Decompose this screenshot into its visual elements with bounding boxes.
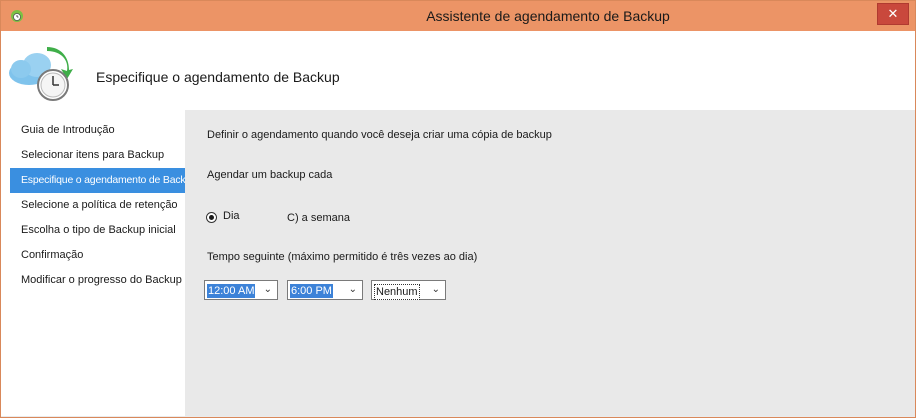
time-select-3-value: Nenhum: [374, 284, 420, 300]
nav-step-schedule[interactable]: Especifique o agendamento de Backup: [10, 168, 197, 193]
header-title: Especifique o agendamento de Backup: [96, 69, 340, 85]
nav-step-label: Confirmação: [21, 249, 84, 261]
wizard-window: Assistente de agendamento de Backup ✕ Es…: [0, 0, 916, 418]
nav-step-retention[interactable]: Selecione a política de retenção: [10, 193, 185, 218]
chevron-down-icon: ⌄: [263, 284, 272, 295]
time-select-1[interactable]: 12:00 AM ⌄: [204, 280, 278, 300]
nav-step-label: Modificar o progresso do Backup: [21, 274, 182, 286]
nav-step-label: Escolha o tipo de Backup inicial: [21, 224, 176, 236]
nav-step-label: Guia de Introdução: [21, 124, 115, 136]
radio-week-label[interactable]: C) a semana: [287, 212, 350, 224]
schedule-label: Agendar um backup cada: [207, 169, 333, 181]
chevron-down-icon: ⌄: [348, 284, 357, 295]
close-button[interactable]: ✕: [877, 3, 909, 25]
wizard-header: Especifique o agendamento de Backup: [1, 31, 915, 110]
main-panel: [185, 110, 915, 416]
nav-step-label: Selecione a política de retenção: [21, 199, 178, 211]
intro-text: Definir o agendamento quando você deseja…: [207, 129, 552, 141]
time-select-1-value: 12:00 AM: [207, 284, 256, 298]
time-select-3[interactable]: Nenhum ⌄: [371, 280, 446, 300]
times-label: Tempo seguinte (máximo permitido é três …: [207, 251, 478, 263]
nav-step-label: Selecionar itens para Backup: [21, 149, 165, 161]
nav-step-confirmation[interactable]: Confirmação: [10, 243, 185, 268]
chevron-down-icon: ⌄: [431, 284, 440, 295]
nav-step-intro[interactable]: Guia de Introdução: [10, 118, 185, 143]
nav-step-select-items[interactable]: Selecionar itens para Backup: [10, 143, 185, 168]
cloud-clock-icon: [9, 47, 73, 101]
close-icon: ✕: [887, 6, 899, 21]
window-title: Assistente de agendamento de Backup: [426, 8, 670, 24]
time-select-2[interactable]: 6:00 PM ⌄: [287, 280, 363, 300]
time-select-2-value: 6:00 PM: [290, 284, 333, 298]
title-bar[interactable]: Assistente de agendamento de Backup ✕: [1, 1, 915, 31]
nav-step-initial-type[interactable]: Escolha o tipo de Backup inicial: [10, 218, 185, 243]
radio-day-label[interactable]: Dia: [223, 210, 240, 222]
radio-day[interactable]: [206, 212, 217, 223]
wizard-steps-nav: Guia de Introdução Selecionar itens para…: [10, 118, 197, 293]
nav-step-progress[interactable]: Modificar o progresso do Backup: [10, 268, 185, 293]
nav-step-label: Especifique o agendamento de Backup: [21, 174, 197, 186]
